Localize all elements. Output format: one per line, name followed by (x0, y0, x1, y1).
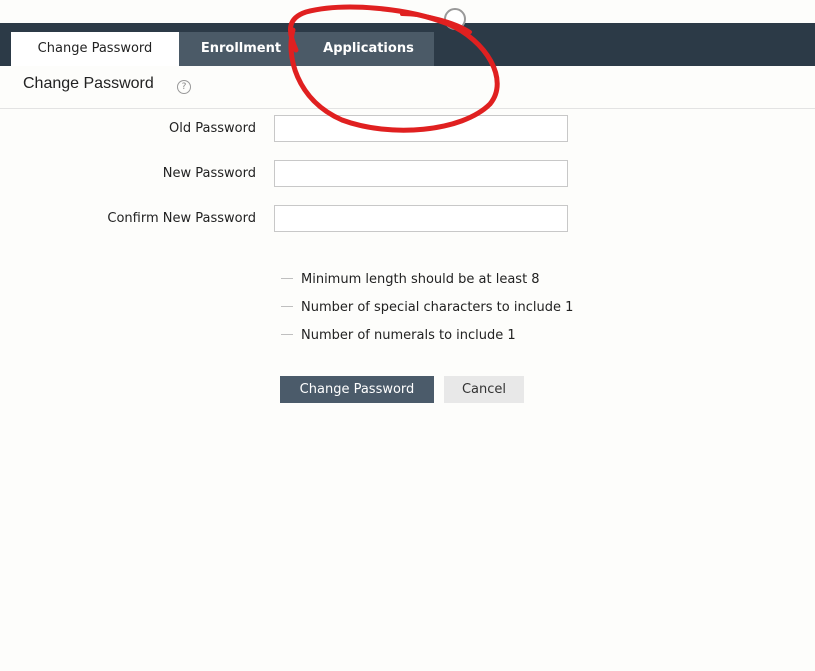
tab-change-password[interactable]: Change Password (11, 32, 179, 66)
tab-enrollment[interactable]: Enrollment (179, 32, 303, 66)
old-password-input[interactable] (274, 115, 568, 142)
dash-icon (281, 334, 293, 335)
tab-applications[interactable]: Applications (303, 32, 434, 66)
confirm-password-input[interactable] (274, 205, 568, 232)
new-password-label: New Password (162, 166, 256, 181)
password-rule-min-length: Minimum length should be at least 8 (281, 272, 540, 287)
cancel-button[interactable]: Cancel (444, 376, 524, 403)
page-header: Change Password ? (0, 66, 815, 109)
help-circle-icon[interactable]: ? (177, 80, 191, 94)
dash-icon (281, 306, 293, 307)
new-password-input[interactable] (274, 160, 568, 187)
rule-text: Number of numerals to include 1 (301, 328, 516, 343)
change-password-button[interactable]: Change Password (280, 376, 434, 403)
rule-text: Number of special characters to include … (301, 300, 574, 315)
dash-icon (281, 278, 293, 279)
rule-text: Minimum length should be at least 8 (301, 272, 540, 287)
password-rule-special-chars: Number of special characters to include … (281, 300, 573, 315)
confirm-password-label: Confirm New Password (107, 211, 256, 226)
password-rule-numerals: Number of numerals to include 1 (281, 328, 516, 343)
old-password-label: Old Password (169, 121, 256, 136)
page-title: Change Password (23, 75, 154, 92)
